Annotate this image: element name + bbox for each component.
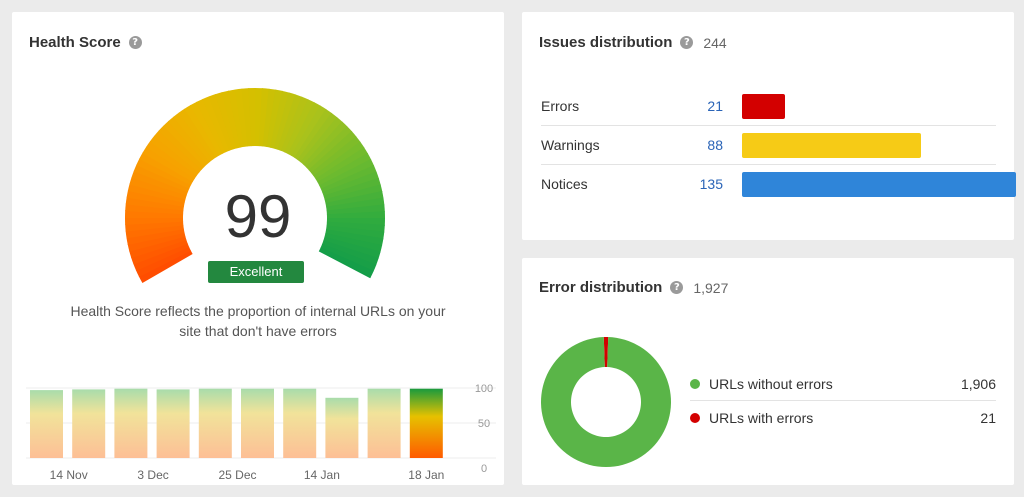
legend-label: URLs without errors [709, 376, 833, 392]
history-bar[interactable] [30, 390, 63, 458]
issue-bar [742, 133, 921, 158]
question-icon[interactable]: ? [680, 36, 694, 49]
issues-distribution-card: Issues distribution ? 244 Errors 21 Warnin… [522, 12, 1016, 240]
legend-dot-icon [690, 379, 700, 389]
issue-count-link[interactable]: 88 [661, 126, 723, 165]
error-distribution-donut [541, 337, 671, 467]
error-distribution-card: Error distribution ? 1,927 URLs without … [522, 258, 1014, 485]
legend-dot-icon [690, 413, 700, 423]
x-tick-label: 25 Dec [218, 468, 256, 482]
legend-label: URLs with errors [709, 410, 814, 426]
history-bar[interactable] [241, 388, 274, 458]
question-icon[interactable]: ? [670, 281, 684, 294]
history-bar[interactable] [114, 388, 148, 458]
issue-row-errors[interactable]: Errors 21 [541, 87, 996, 126]
error-total: 1,927 [693, 279, 729, 296]
history-bar[interactable] [156, 389, 190, 458]
error-distribution-title-row: Error distribution ? 1,927 [539, 279, 728, 296]
legend-row[interactable]: URLs without errors 1,906 [690, 367, 996, 401]
issue-count-link[interactable]: 135 [661, 165, 723, 204]
legend-value: 21 [980, 410, 996, 426]
description-line-1: Health Score reflects the proportion of … [70, 303, 446, 319]
y-tick-label: 100 [475, 383, 493, 395]
issue-label: Notices [541, 176, 588, 192]
health-score-description: Health Score reflects the proportion of … [42, 301, 474, 341]
health-score-badge: Excellent [208, 261, 304, 283]
history-bar[interactable] [325, 397, 359, 458]
issue-label: Errors [541, 98, 580, 114]
issue-label: Warnings [541, 137, 600, 153]
y-tick-label: 0 [481, 463, 487, 475]
issue-bar [742, 94, 785, 119]
history-bar[interactable] [409, 388, 443, 458]
health-score-value: 99 [224, 183, 292, 250]
x-tick-label: 14 Jan [304, 468, 340, 482]
issues-total: 244 [703, 34, 727, 51]
issues-distribution-title-row: Issues distribution ? 244 [539, 34, 727, 51]
issue-count-link[interactable]: 21 [661, 87, 723, 126]
question-icon[interactable]: ? [128, 36, 142, 49]
history-bar[interactable] [283, 388, 317, 458]
issue-bar [742, 172, 1016, 197]
health-score-history-chart: 100 50 0 14 Nov 3 Dec 25 Dec 14 Jan 18 Jan [26, 383, 496, 482]
legend-row[interactable]: URLs with errors 21 [690, 401, 996, 435]
error-distribution-title: Error distribution [539, 279, 663, 296]
issue-row-notices[interactable]: Notices 135 [541, 165, 1016, 204]
issue-row-warnings[interactable]: Warnings 88 [541, 126, 996, 165]
health-score-card: Health Score ? 99 Excellent Health Score… [12, 12, 504, 485]
x-tick-label: 14 Nov [50, 468, 88, 482]
issues-distribution-title: Issues distribution [539, 34, 673, 51]
description-line-2: site that don't have errors [179, 323, 337, 339]
history-bar[interactable] [367, 388, 401, 458]
legend-value: 1,906 [960, 376, 996, 392]
history-bar[interactable] [198, 388, 232, 458]
health-score-title-row: Health Score ? [29, 34, 142, 51]
history-bar[interactable] [72, 389, 106, 458]
x-tick-label: 18 Jan [408, 468, 444, 482]
x-tick-label: 3 Dec [137, 468, 168, 482]
health-score-title: Health Score [29, 34, 121, 51]
y-tick-label: 50 [478, 418, 490, 430]
